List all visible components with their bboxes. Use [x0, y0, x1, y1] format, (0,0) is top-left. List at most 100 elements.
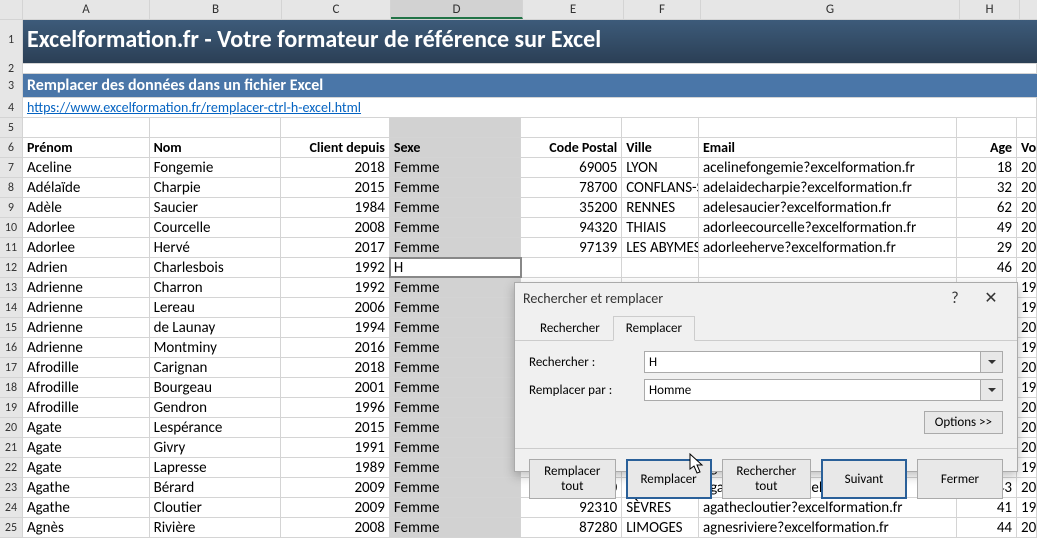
cell[interactable]: 44 — [957, 518, 1017, 537]
cell[interactable]: 20 — [1017, 198, 1037, 217]
cell[interactable]: Adélaïde — [23, 178, 150, 197]
cell[interactable] — [521, 118, 622, 137]
cell[interactable]: acelinefongemie?excelformation.fr — [699, 158, 957, 177]
cell[interactable] — [23, 118, 150, 137]
cell[interactable]: 20 — [1017, 518, 1037, 537]
cell[interactable]: Carignan — [150, 358, 282, 377]
row-header[interactable]: 17 — [0, 358, 23, 377]
cell[interactable]: Montminy — [150, 338, 282, 357]
cell[interactable] — [699, 258, 957, 277]
page-title[interactable]: Excelformation.fr - Votre formateur de r… — [23, 20, 1037, 63]
cell[interactable]: 1992 — [281, 258, 390, 277]
next-button[interactable]: Suivant — [821, 459, 907, 499]
cell[interactable]: Rivière — [150, 518, 282, 537]
cell[interactable]: 20 — [1017, 218, 1037, 237]
tab-replace[interactable]: Remplacer — [613, 316, 695, 341]
cell[interactable]: 2018 — [281, 358, 390, 377]
cell[interactable]: LYON — [622, 158, 699, 177]
cell[interactable]: 2015 — [281, 418, 390, 437]
cell[interactable] — [521, 258, 622, 277]
find-all-button[interactable]: Rechercher tout — [722, 459, 811, 499]
cell[interactable]: 2008 — [281, 518, 390, 537]
cell[interactable]: adorleeherve?excelformation.fr — [699, 238, 957, 257]
cell[interactable]: Adèle — [23, 198, 150, 217]
cell[interactable]: 32 — [957, 178, 1017, 197]
row-header-1[interactable]: 1 — [0, 20, 23, 64]
cell[interactable] — [1017, 118, 1037, 137]
subtitle[interactable]: Remplacer des données dans un fichier Ex… — [23, 74, 1037, 97]
row-header[interactable]: 16 — [0, 338, 23, 357]
row-header[interactable]: 10 — [0, 218, 23, 237]
col-header-D[interactable]: D — [391, 0, 523, 19]
cell[interactable]: 87280 — [521, 518, 622, 537]
cell[interactable]: Agathe — [23, 498, 150, 517]
cell[interactable]: Femme — [390, 218, 522, 237]
options-button[interactable]: Options >> — [924, 411, 1003, 434]
row-header-4[interactable]: 4 — [0, 98, 23, 117]
cell[interactable]: 20 — [1017, 438, 1037, 457]
col-header-C[interactable]: C — [282, 0, 391, 19]
cell[interactable]: Femme — [390, 278, 522, 297]
cell[interactable]: 46 — [957, 258, 1017, 277]
col-header-E[interactable]: E — [523, 0, 624, 19]
cell[interactable]: adelesaucier?excelformation.fr — [699, 198, 957, 217]
cell[interactable]: 19 — [1017, 378, 1037, 397]
cell[interactable]: adelaidecharpie?excelformation.fr — [699, 178, 957, 197]
cell[interactable]: 2006 — [281, 298, 390, 317]
cell[interactable]: LES ABYMES — [622, 238, 699, 257]
close-button[interactable]: Fermer — [917, 459, 1003, 499]
cell[interactable]: Femme — [390, 158, 522, 177]
cell[interactable]: 1992 — [281, 278, 390, 297]
row-header[interactable]: 9 — [0, 198, 23, 217]
row-header-6[interactable]: 6 — [0, 138, 23, 157]
cell[interactable] — [150, 118, 282, 137]
cell[interactable]: 62 — [957, 198, 1017, 217]
dialog-titlebar[interactable]: Rechercher et remplacer ? ✕ — [515, 283, 1017, 313]
cell[interactable]: 19 — [1017, 278, 1037, 297]
hdr-ville[interactable]: Ville — [622, 138, 699, 157]
cell[interactable]: Femme — [390, 398, 522, 417]
cell[interactable]: Agate — [23, 418, 150, 437]
row-header[interactable]: 7 — [0, 158, 23, 177]
cell[interactable]: agnesriviere?excelformation.fr — [699, 518, 957, 537]
cell[interactable]: Femme — [390, 338, 522, 357]
cell[interactable]: 19 — [1017, 338, 1037, 357]
cell[interactable]: Lereau — [150, 298, 282, 317]
cell[interactable]: Bourgeau — [150, 378, 282, 397]
row-header-5[interactable]: 5 — [0, 118, 23, 137]
cell[interactable]: Femme — [390, 238, 522, 257]
empty-cell[interactable] — [23, 64, 1037, 74]
cell[interactable]: Adrienne — [23, 338, 150, 357]
cell[interactable]: THIAIS — [622, 218, 699, 237]
cell[interactable]: Lespérance — [150, 418, 282, 437]
col-header-F[interactable]: F — [624, 0, 701, 19]
cell[interactable]: 1994 — [281, 318, 390, 337]
col-header-H[interactable]: H — [960, 0, 1020, 19]
cell[interactable]: Femme — [390, 478, 522, 497]
cell[interactable]: Adrienne — [23, 298, 150, 317]
search-input[interactable] — [644, 351, 981, 373]
cell[interactable]: Charron — [150, 278, 282, 297]
cell[interactable]: 20 — [1017, 478, 1037, 497]
cell[interactable]: 20 — [1017, 418, 1037, 437]
cell[interactable]: Charpie — [150, 178, 282, 197]
cell[interactable]: 69005 — [521, 158, 622, 177]
select-all-corner[interactable] — [0, 0, 23, 19]
cell[interactable]: 2017 — [281, 238, 390, 257]
cell[interactable]: Femme — [390, 458, 522, 477]
cell[interactable]: Agathe — [23, 478, 150, 497]
cell[interactable] — [699, 118, 957, 137]
row-header[interactable]: 25 — [0, 518, 23, 537]
hdr-client[interactable]: Client depuis — [281, 138, 390, 157]
row-header[interactable]: 20 — [0, 418, 23, 437]
col-header-G[interactable]: G — [701, 0, 960, 19]
replace-dropdown-icon[interactable] — [981, 379, 1003, 401]
cell[interactable]: Agate — [23, 458, 150, 477]
cell[interactable]: Femme — [390, 498, 522, 517]
cell[interactable]: 78700 — [521, 178, 622, 197]
hdr-cp[interactable]: Code Postal — [521, 138, 622, 157]
cell[interactable]: Lapresse — [150, 458, 282, 477]
cell[interactable] — [281, 118, 390, 137]
cell[interactable]: Gendron — [150, 398, 282, 417]
cell[interactable]: 2009 — [281, 478, 390, 497]
